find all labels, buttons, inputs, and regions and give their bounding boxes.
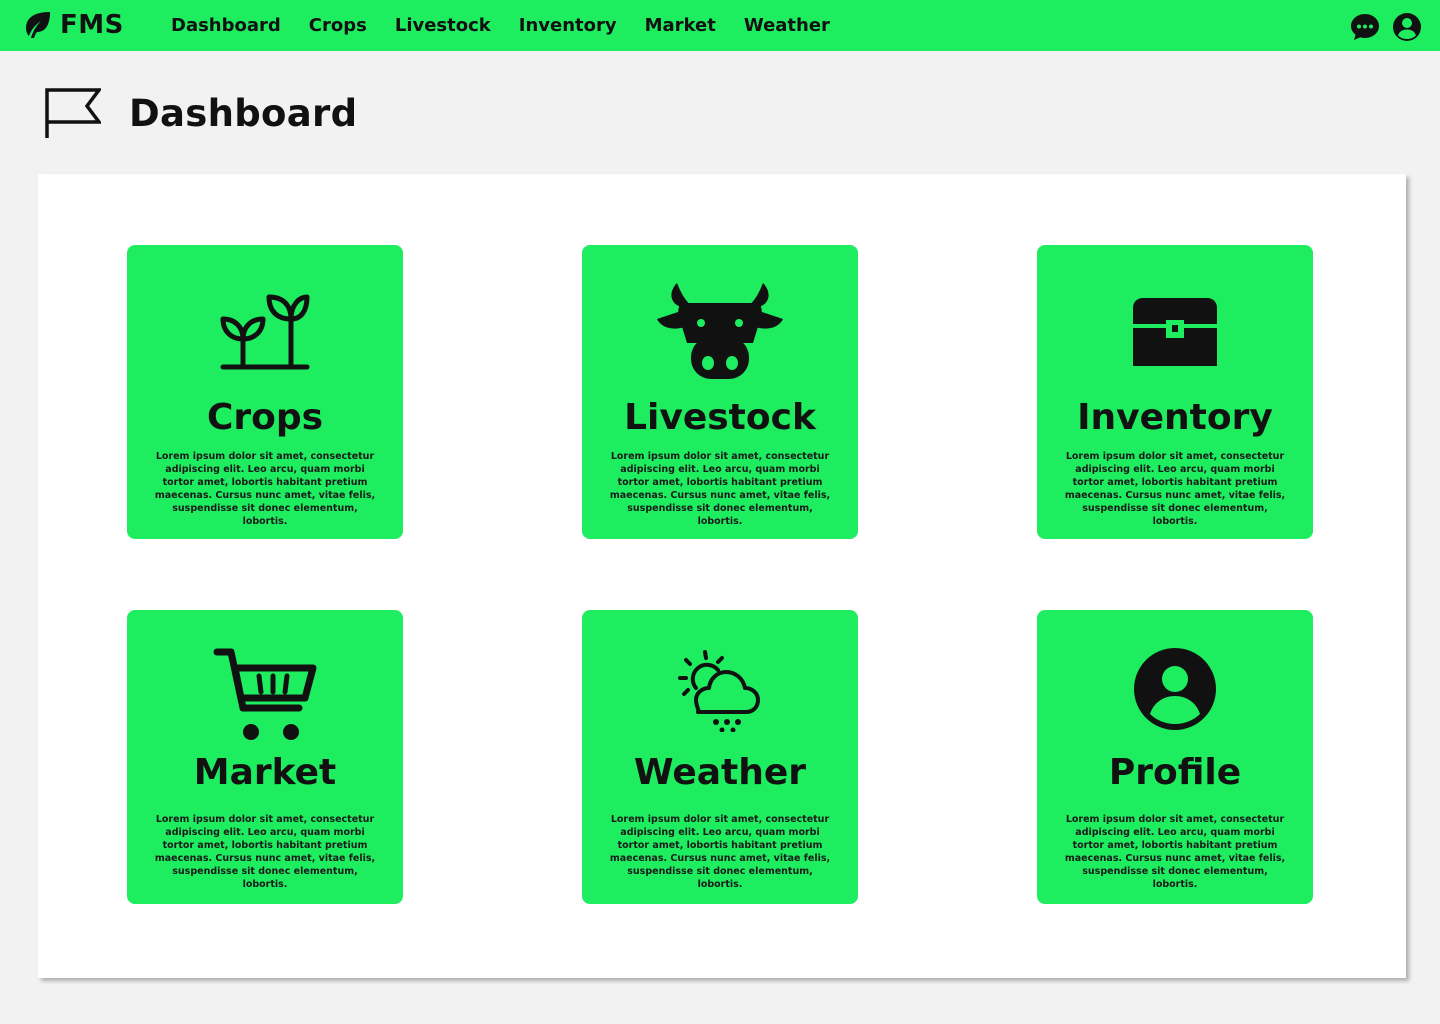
user-icon[interactable] <box>1392 12 1422 42</box>
card-title: Crops <box>206 397 324 438</box>
nav-link-weather[interactable]: Weather <box>744 15 830 36</box>
nav-link-inventory[interactable]: Inventory <box>519 15 617 36</box>
nav-link-livestock[interactable]: Livestock <box>395 15 491 36</box>
card-description: Lorem ipsum dolor sit amet, consectetur … <box>609 451 831 527</box>
nav-actions <box>1350 12 1422 42</box>
card-description: Lorem ipsum dolor sit amet, consectetur … <box>1064 814 1286 890</box>
nav-link-market[interactable]: Market <box>645 15 716 36</box>
card-title: Inventory <box>1077 397 1273 438</box>
card-description: Lorem ipsum dolor sit amet, consectetur … <box>1064 451 1286 527</box>
flag-icon <box>45 88 101 138</box>
chat-icon[interactable] <box>1350 12 1380 42</box>
card-title: Profile <box>1108 752 1242 793</box>
page-header: Dashboard <box>44 86 357 140</box>
card-weather[interactable]: Weather Lorem ipsum dolor sit amet, cons… <box>582 610 858 904</box>
card-description: Lorem ipsum dolor sit amet, consectetur … <box>154 451 376 527</box>
card-livestock[interactable]: Livestock Lorem ipsum dolor sit amet, co… <box>582 245 858 539</box>
card-market[interactable]: Market Lorem ipsum dolor sit amet, conse… <box>127 610 403 904</box>
cow-icon <box>657 283 783 379</box>
chest-icon <box>1133 298 1217 366</box>
card-description: Lorem ipsum dolor sit amet, consectetur … <box>609 814 831 890</box>
page-title: Dashboard <box>129 91 358 135</box>
card-crops[interactable]: Crops Lorem ipsum dolor sit amet, consec… <box>127 245 403 539</box>
card-description: Lorem ipsum dolor sit amet, consectetur … <box>154 814 376 890</box>
card-inventory[interactable]: Inventory Lorem ipsum dolor sit amet, co… <box>1037 245 1313 539</box>
card-title: Weather <box>633 752 807 793</box>
profile-icon <box>1134 648 1216 730</box>
dashboard-panel: Crops Lorem ipsum dolor sit amet, consec… <box>38 174 1406 978</box>
weather-icon <box>678 650 760 732</box>
brand-logo[interactable]: FMS <box>22 10 124 40</box>
leaf-icon <box>26 12 50 38</box>
nav-link-crops[interactable]: Crops <box>309 15 367 36</box>
card-title: Livestock <box>624 397 816 438</box>
card-profile[interactable]: Profile Lorem ipsum dolor sit amet, cons… <box>1037 610 1313 904</box>
sprout-icon <box>220 294 310 370</box>
card-title: Market <box>193 752 337 793</box>
top-navbar: FMS Dashboard Crops Livestock Inventory … <box>0 0 1440 51</box>
cart-icon <box>213 648 317 740</box>
nav-link-dashboard[interactable]: Dashboard <box>171 15 281 36</box>
main-nav: Dashboard Crops Livestock Inventory Mark… <box>171 0 830 51</box>
brand-name: FMS <box>60 10 124 40</box>
